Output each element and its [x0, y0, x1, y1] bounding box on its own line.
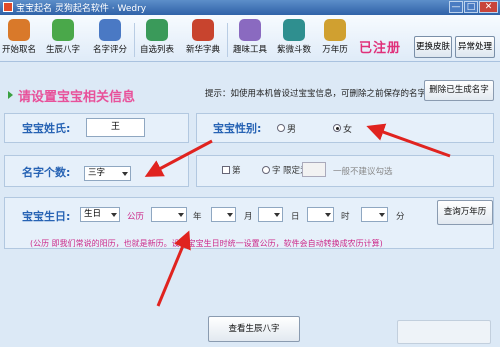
annotation-arrows	[144, 123, 451, 307]
red-arrow-gender	[366, 123, 451, 158]
red-arrow-count	[144, 139, 213, 177]
red-arrow-birthday	[156, 230, 191, 307]
